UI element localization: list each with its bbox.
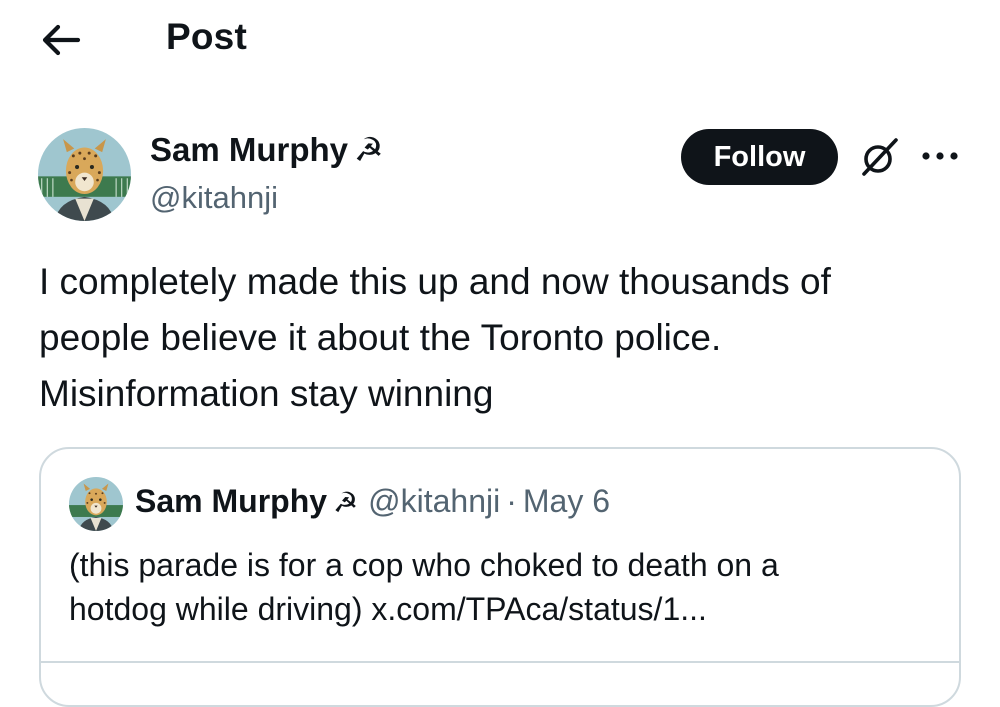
leopard-avatar [69,477,123,531]
post-text-line: people believe it about the Toronto poli… [39,317,722,358]
arrow-left-icon [42,24,81,56]
page-title: Post [166,16,247,57]
author-name-text: Sam Murphy [150,131,349,168]
quoted-text-line: hotdog while driving) x.com/TPAca/status… [69,587,949,631]
author-handle[interactable]: @kitahnji [150,180,278,216]
quoted-post-link[interactable]: x.com/TPAca/status/1... [371,591,707,627]
quoted-post-card[interactable]: Sam Murphy ☭ @kitahnji · May 6 (this parade … [39,447,961,707]
grok-icon [862,138,898,176]
back-button[interactable] [36,18,84,62]
more-horizontal-icon [922,152,958,160]
hammer-sickle-emoji: ☭ [333,486,359,519]
quoted-text-line: (this parade is for a cop who choked to … [69,547,779,583]
post-text-line: Misinformation stay winning [39,373,494,414]
quoted-media-divider [41,661,959,663]
author-name[interactable]: Sam Murphy ☭ [150,130,384,169]
quoted-post-header: Sam Murphy ☭ @kitahnji · May 6 [135,483,610,520]
more-options-button[interactable] [918,140,962,172]
top-bar: Post [0,0,1000,80]
quoted-post-text: (this parade is for a cop who choked to … [69,543,949,631]
quoted-author-handle: @kitahnji [368,483,501,519]
hammer-sickle-emoji: ☭ [354,130,384,169]
grok-button[interactable] [856,134,902,180]
quoted-author-name: Sam Murphy [135,483,328,519]
leopard-avatar [38,128,131,221]
author-avatar[interactable] [38,128,131,221]
separator-dot: · [506,483,517,519]
follow-button[interactable]: Follow [681,129,838,185]
quoted-author-avatar [69,477,123,531]
quoted-post-date: May 6 [522,483,611,519]
quoted-text-fragment: hotdog while driving) [69,591,372,627]
post-text: I completely made this up and now thousa… [39,254,959,422]
post-text-line: I completely made this up and now thousa… [39,261,831,302]
